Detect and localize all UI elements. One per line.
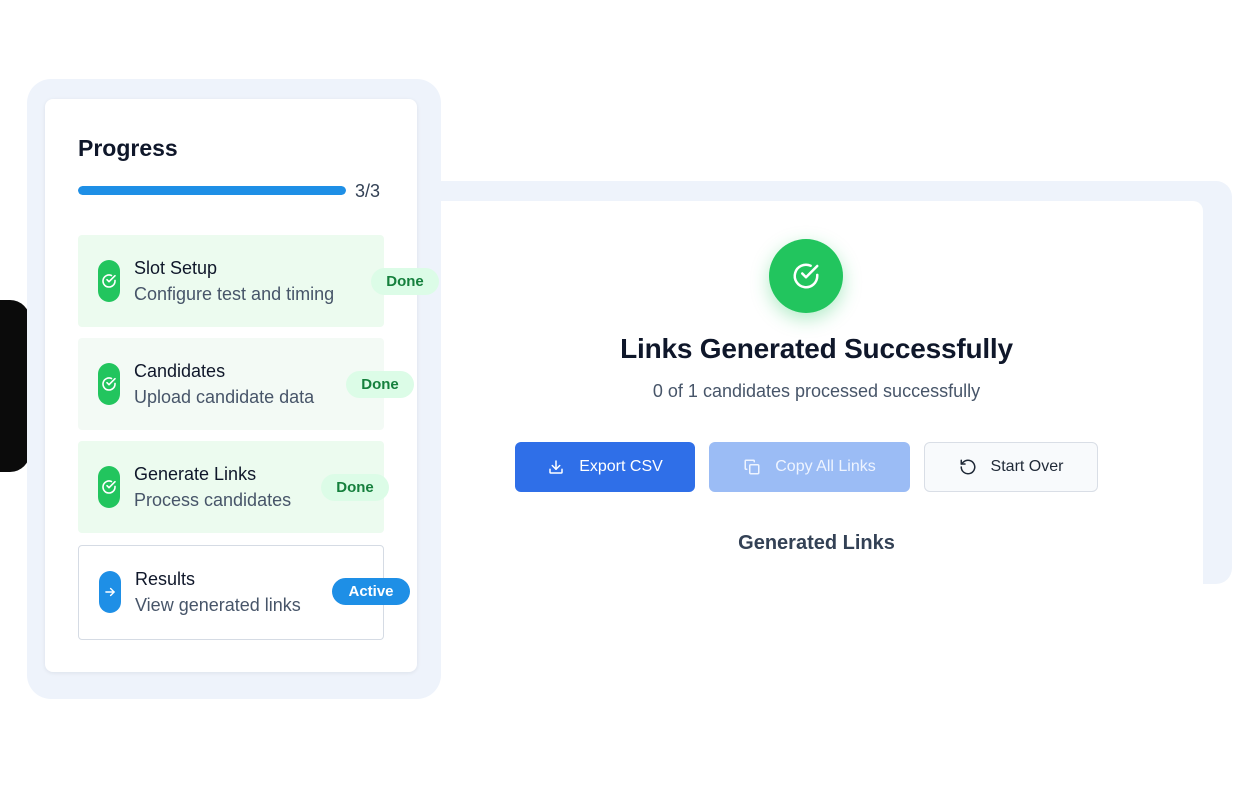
generated-links-heading: Generated Links: [738, 532, 895, 554]
start-over-button[interactable]: Start Over: [924, 442, 1098, 492]
app-stage: Links Generated Successfully 0 of 1 cand…: [0, 0, 1259, 791]
status-badge: Active: [332, 578, 410, 605]
status-badge: Done: [321, 474, 389, 501]
rotate-ccw-icon: [959, 458, 977, 476]
step-description: Configure test and timing: [134, 284, 335, 304]
success-icon: [769, 239, 843, 313]
step-description: Upload candidate data: [134, 387, 315, 407]
arrow-right-icon: [99, 571, 121, 613]
export-csv-label: Export CSV: [579, 458, 663, 475]
results-subtitle: 0 of 1 candidates processed successfully: [652, 381, 981, 401]
step-candidates[interactable]: Candidates Upload candidate data: [78, 338, 384, 430]
status-badge: Done: [346, 371, 414, 398]
sidebar-title: Progress: [78, 135, 178, 161]
status-badge: Done: [371, 268, 439, 295]
step-description: View generated links: [135, 595, 301, 615]
step-description: Process candidates: [134, 490, 292, 510]
start-over-label: Start Over: [990, 458, 1064, 475]
check-circle-icon: [98, 466, 120, 508]
step-name: Slot Setup: [134, 258, 218, 278]
copy-all-links-label: Copy All Links: [775, 458, 876, 475]
copy-icon: [743, 458, 761, 476]
download-icon: [547, 458, 565, 476]
check-circle-icon: [98, 363, 120, 405]
progress-bar-fill: [78, 186, 346, 195]
copy-all-links-button[interactable]: Copy All Links: [709, 442, 910, 492]
step-name: Results: [135, 569, 196, 589]
progress-bar: [78, 186, 346, 195]
check-circle-icon: [98, 260, 120, 302]
progress-count: 3/3: [355, 181, 381, 201]
step-name: Candidates: [134, 361, 226, 381]
results-title: Links Generated Successfully: [620, 333, 1013, 364]
export-csv-button[interactable]: Export CSV: [515, 442, 695, 492]
step-name: Generate Links: [134, 464, 257, 484]
window-edge: [0, 300, 30, 472]
step-slot-setup[interactable]: Slot Setup Configure test and timing: [78, 235, 384, 327]
